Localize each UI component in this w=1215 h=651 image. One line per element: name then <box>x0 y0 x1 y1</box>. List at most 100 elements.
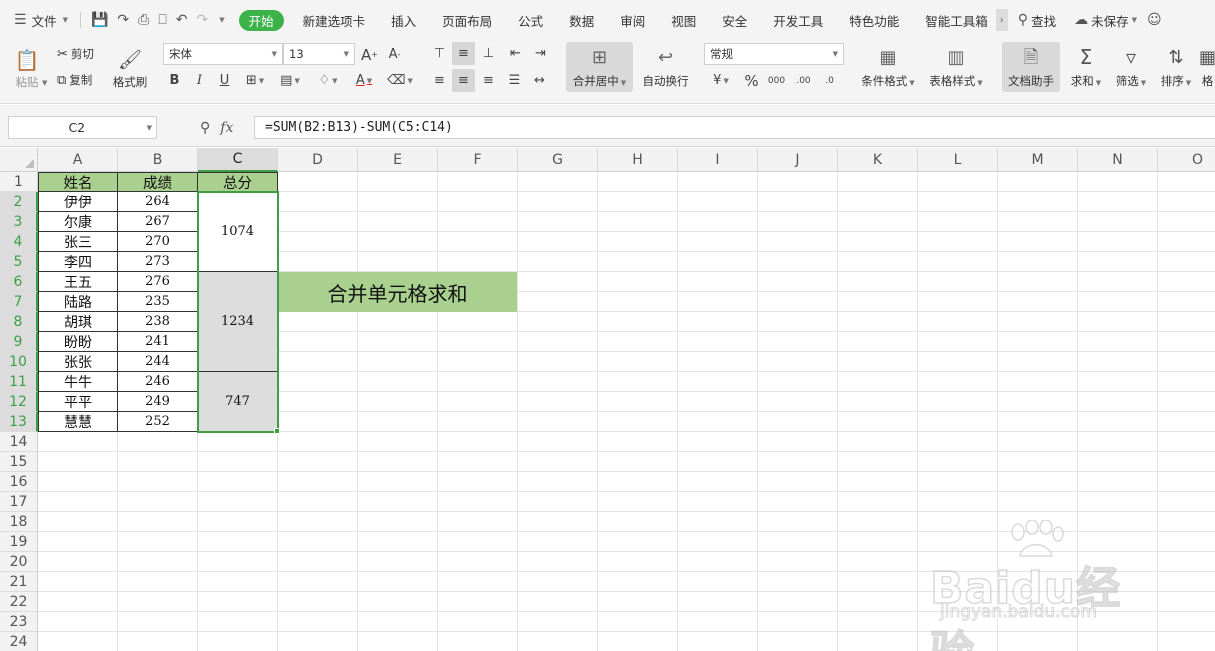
borders-icon[interactable]: ⊞ ▼ <box>240 69 270 92</box>
column-header-a[interactable]: A <box>38 148 118 172</box>
score-cell[interactable]: 252 <box>118 412 198 432</box>
search-button[interactable]: ⚲ 查找 <box>1018 0 1056 40</box>
header-cell-name[interactable]: 姓名 <box>38 172 118 192</box>
score-cell[interactable]: 244 <box>118 352 198 372</box>
select-all-corner[interactable] <box>0 148 38 172</box>
name-cell[interactable]: 王五 <box>38 272 118 292</box>
score-cell[interactable]: 235 <box>118 292 198 312</box>
column-header-j[interactable]: J <box>758 148 838 172</box>
align-center-icon[interactable]: ≡ <box>452 69 475 92</box>
row-header-14[interactable]: 14 <box>0 432 38 452</box>
tab-formulas[interactable]: 公式 <box>505 0 556 40</box>
increase-indent-icon[interactable]: ⇥ <box>529 42 552 65</box>
align-right-icon[interactable]: ≡ <box>477 69 500 92</box>
format-button[interactable]: ▦ 格 <box>1200 42 1215 92</box>
cut-button[interactable]: ✂ 剪切 <box>57 46 94 62</box>
name-cell[interactable]: 牛牛 <box>38 372 118 392</box>
thousands-separator-icon[interactable]: 000 <box>765 69 788 92</box>
tab-features[interactable]: 特色功能 <box>836 0 912 40</box>
row-header-21[interactable]: 21 <box>0 572 38 592</box>
row-header-3[interactable]: 3 <box>0 212 38 232</box>
name-cell[interactable]: 李四 <box>38 252 118 272</box>
copy-button[interactable]: ⧉ 复制 <box>57 72 92 88</box>
print-preview-icon[interactable]: ⎕ <box>158 12 166 28</box>
column-header-i[interactable]: I <box>678 148 758 172</box>
row-header-1[interactable]: 1 <box>0 172 38 192</box>
tabs-scroll-right-icon[interactable]: › <box>995 9 1008 31</box>
score-cell[interactable]: 241 <box>118 332 198 352</box>
score-cell[interactable]: 273 <box>118 252 198 272</box>
tab-security[interactable]: 安全 <box>709 0 760 40</box>
score-cell[interactable]: 246 <box>118 372 198 392</box>
tab-smart-toolbox[interactable]: 智能工具箱 <box>912 0 992 40</box>
name-cell[interactable]: 盼盼 <box>38 332 118 352</box>
export-pdf-icon[interactable]: ↷ <box>117 12 129 28</box>
score-cell[interactable]: 238 <box>118 312 198 332</box>
score-cell[interactable]: 267 <box>118 212 198 232</box>
row-header-15[interactable]: 15 <box>0 452 38 472</box>
tab-view[interactable]: 视图 <box>658 0 709 40</box>
fill-pattern-icon[interactable]: ▤ ▼ <box>274 69 306 92</box>
file-menu[interactable]: ☰ 文件 ▼ <box>14 0 68 40</box>
customize-toolbar-icon[interactable]: ▼ <box>219 16 224 24</box>
zoom-icon[interactable]: ⚲ <box>200 120 210 136</box>
font-name-select[interactable]: 宋体 ▼ <box>163 43 283 65</box>
decrease-decimal-icon[interactable]: .0 <box>818 69 841 92</box>
column-header-b[interactable]: B <box>118 148 198 172</box>
row-header-20[interactable]: 20 <box>0 552 38 572</box>
column-header-c[interactable]: C <box>198 148 278 172</box>
column-header-f[interactable]: F <box>438 148 518 172</box>
fill-color-icon[interactable]: ♢ ▼ <box>312 69 344 92</box>
column-header-e[interactable]: E <box>358 148 438 172</box>
name-cell[interactable]: 张张 <box>38 352 118 372</box>
name-cell[interactable]: 慧慧 <box>38 412 118 432</box>
align-left-icon[interactable]: ≡ <box>428 69 451 92</box>
row-header-16[interactable]: 16 <box>0 472 38 492</box>
score-cell[interactable]: 270 <box>118 232 198 252</box>
score-cell[interactable]: 264 <box>118 192 198 212</box>
row-header-4[interactable]: 4 <box>0 232 38 252</box>
name-box[interactable]: C2 ▼ <box>8 116 157 139</box>
font-color-icon[interactable]: A ▼ <box>348 69 380 92</box>
print-icon[interactable]: ⎙ <box>138 12 149 28</box>
paste-button[interactable]: 📋 粘贴 <box>10 44 44 90</box>
cloud-save-status[interactable]: ☁ 未保存 ▼ <box>1074 0 1137 40</box>
decrease-font-icon[interactable]: A- <box>383 43 406 66</box>
column-header-m[interactable]: M <box>998 148 1078 172</box>
row-header-2[interactable]: 2 <box>0 192 38 212</box>
decrease-indent-icon[interactable]: ⇤ <box>504 42 527 65</box>
justify-icon[interactable]: ☰ <box>503 69 526 92</box>
formula-input[interactable]: =SUM(B2:B13)-SUM(C5:C14) <box>254 116 1215 139</box>
sum-button[interactable]: Σ 求和 ▼ <box>1066 42 1106 92</box>
name-cell[interactable]: 伊伊 <box>38 192 118 212</box>
row-header-22[interactable]: 22 <box>0 592 38 612</box>
row-header-7[interactable]: 7 <box>0 292 38 312</box>
currency-icon[interactable]: ¥ ▼ <box>706 69 736 92</box>
tab-new[interactable]: 新建选项卡 <box>290 0 379 40</box>
underline-icon[interactable]: U <box>213 69 236 92</box>
row-header-6[interactable]: 6 <box>0 272 38 292</box>
insert-function-icon[interactable]: fx <box>220 120 233 136</box>
tab-review[interactable]: 审阅 <box>607 0 658 40</box>
number-format-select[interactable]: 常规 ▼ <box>704 43 844 65</box>
tab-data[interactable]: 数据 <box>556 0 607 40</box>
tab-developer[interactable]: 开发工具 <box>760 0 836 40</box>
column-header-l[interactable]: L <box>918 148 998 172</box>
row-header-11[interactable]: 11 <box>0 372 38 392</box>
merged-total-cell[interactable]: 1234 <box>198 272 278 372</box>
row-header-10[interactable]: 10 <box>0 352 38 372</box>
row-header-9[interactable]: 9 <box>0 332 38 352</box>
format-painter-button[interactable]: 🖌 格式刷 <box>110 44 150 90</box>
name-cell[interactable]: 张三 <box>38 232 118 252</box>
conditional-format-button[interactable]: ▦ 条件格式 ▼ <box>857 42 919 92</box>
column-header-g[interactable]: G <box>518 148 598 172</box>
row-header-18[interactable]: 18 <box>0 512 38 532</box>
row-header-19[interactable]: 19 <box>0 532 38 552</box>
row-header-17[interactable]: 17 <box>0 492 38 512</box>
name-cell[interactable]: 平平 <box>38 392 118 412</box>
increase-font-icon[interactable]: A + <box>358 43 381 66</box>
align-top-icon[interactable]: ⊤ <box>428 42 451 65</box>
tab-home[interactable]: 开始 <box>238 9 284 31</box>
percent-icon[interactable]: % <box>740 69 763 92</box>
merged-total-cell[interactable]: 747 <box>198 372 278 432</box>
